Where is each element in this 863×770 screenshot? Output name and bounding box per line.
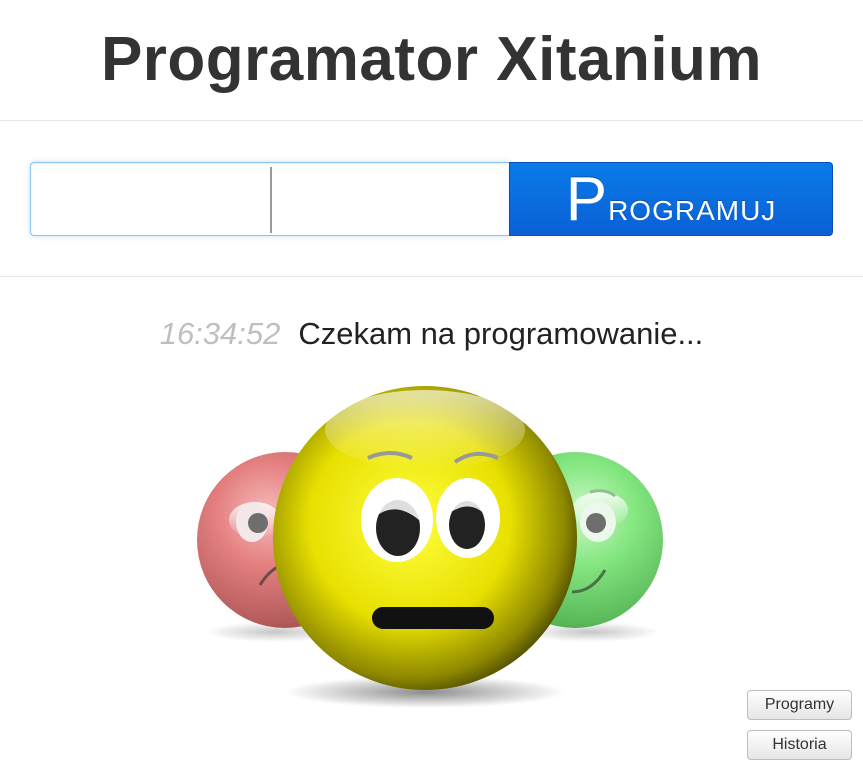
programy-button[interactable]: Programy: [747, 690, 852, 720]
programuj-button[interactable]: Programuj: [509, 162, 833, 236]
status-time: 16:34:52: [159, 316, 281, 351]
programuj-button-label: rogramuj: [608, 184, 777, 229]
page-title: Programator Xitanium: [100, 25, 763, 94]
program-form: Programuj: [30, 162, 833, 236]
code-input-group: [30, 162, 509, 236]
status-message: Czekam na programowanie...: [298, 316, 704, 351]
programuj-button-initial: P: [565, 164, 609, 234]
historia-button[interactable]: Historia: [747, 730, 852, 760]
divider-middle: [0, 276, 863, 277]
smileys-illustration: [197, 386, 663, 708]
code-input-2[interactable]: [271, 163, 509, 235]
divider-top: [0, 120, 863, 121]
status-line: 16:34:52 Czekam na programowanie...: [0, 310, 863, 358]
yellow-neutral-smiley-icon: [273, 386, 577, 690]
code-input-1[interactable]: [31, 163, 269, 235]
page: Programator Xitanium Programuj 16:34:52 C…: [0, 0, 863, 770]
